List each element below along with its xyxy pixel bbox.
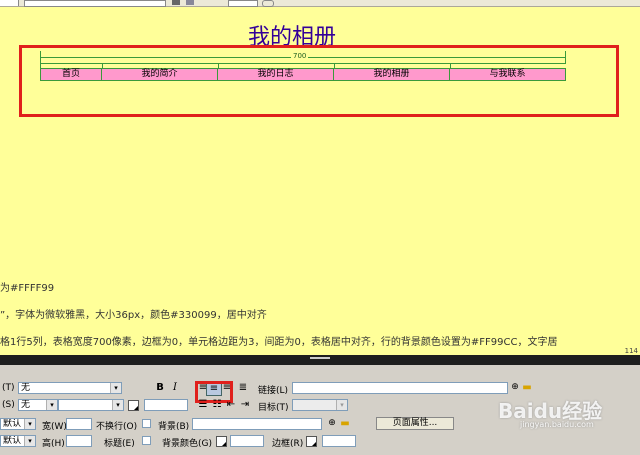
toolbar-icon[interactable] bbox=[186, 0, 194, 5]
design-view[interactable]: 我的相册 700 首页 我的简介 我的日志 我的相册 与我联系 为#FFFF99… bbox=[0, 7, 640, 355]
chevron-down-icon: ▾ bbox=[336, 400, 347, 410]
ordered-list-icon[interactable]: ☷ bbox=[210, 398, 224, 411]
nav-row: 首页 我的简介 我的日志 我的相册 与我联系 bbox=[40, 68, 566, 81]
unordered-list-icon[interactable]: ☰ bbox=[196, 398, 210, 411]
resize-grip-icon[interactable] bbox=[310, 357, 330, 364]
folder-icon[interactable]: ▬ bbox=[520, 381, 534, 394]
chevron-down-icon: ▾ bbox=[24, 419, 35, 429]
nav-cell-blog[interactable]: 我的日志 bbox=[217, 68, 334, 81]
background-input[interactable] bbox=[192, 418, 322, 430]
body-text-line: 为#FFFF99 bbox=[0, 283, 55, 294]
indent-icon[interactable]: ⇥ bbox=[238, 398, 252, 411]
panel-separator[interactable] bbox=[0, 355, 640, 365]
toolbar-fragment bbox=[0, 0, 19, 6]
horizontal-align-value: 默认 bbox=[3, 419, 22, 429]
outdent-icon[interactable]: ⇤ bbox=[224, 398, 238, 411]
title-field-fragment[interactable] bbox=[24, 0, 166, 7]
chevron-down-icon: ▾ bbox=[112, 400, 123, 410]
toolbar-icon[interactable] bbox=[262, 0, 274, 7]
width-label: 宽(W) bbox=[42, 422, 67, 432]
nowrap-checkbox[interactable] bbox=[142, 419, 151, 428]
font-select[interactable]: ▾ bbox=[58, 399, 124, 411]
format-select[interactable]: 无 ▾ bbox=[18, 382, 122, 394]
bgcolor-label: 背景颜色(G) bbox=[162, 439, 212, 449]
toolbar-icon[interactable] bbox=[172, 0, 180, 5]
italic-button[interactable]: I bbox=[168, 381, 182, 394]
window-size-readout: 114 bbox=[624, 347, 638, 355]
link-label: 链接(L) bbox=[258, 386, 289, 396]
nav-cell-profile[interactable]: 我的简介 bbox=[101, 68, 218, 81]
height-input[interactable] bbox=[66, 435, 92, 447]
border-color-swatch[interactable] bbox=[306, 436, 317, 447]
style-label: (S) bbox=[2, 400, 15, 410]
point-to-file-icon[interactable]: ⊕ bbox=[325, 417, 339, 430]
link-input[interactable] bbox=[292, 382, 508, 394]
style-select[interactable]: 无 ▾ bbox=[18, 399, 58, 411]
table-width-label: 700 bbox=[291, 51, 309, 62]
nav-cell-album[interactable]: 我的相册 bbox=[333, 68, 450, 81]
width-input[interactable] bbox=[66, 418, 92, 430]
text-color-input[interactable] bbox=[144, 399, 188, 411]
page-properties-button[interactable]: 页面属性... bbox=[376, 417, 454, 430]
nav-table[interactable]: 首页 我的简介 我的日志 我的相册 与我联系 bbox=[40, 68, 566, 81]
bgcolor-swatch[interactable] bbox=[216, 436, 227, 447]
border-color-label: 边框(R) bbox=[272, 439, 304, 449]
table-width-ruler: 700 bbox=[40, 51, 566, 63]
horizontal-align-select[interactable]: 默认 ▾ bbox=[0, 418, 36, 430]
toolbar-field-fragment[interactable] bbox=[228, 0, 258, 7]
chevron-down-icon: ▾ bbox=[110, 383, 121, 393]
nowrap-label: 不换行(O) bbox=[96, 422, 138, 432]
folder-icon[interactable]: ▬ bbox=[338, 417, 352, 430]
chevron-down-icon: ▾ bbox=[24, 436, 35, 446]
target-label: 目标(T) bbox=[258, 403, 289, 413]
top-toolbar-strip bbox=[0, 0, 640, 7]
background-label: 背景(B) bbox=[158, 422, 190, 432]
vertical-align-select[interactable]: 默认 ▾ bbox=[0, 435, 36, 447]
format-value: 无 bbox=[21, 383, 31, 393]
text-color-swatch[interactable] bbox=[128, 400, 139, 411]
body-text-line: 格1行5列，表格宽度700像素，边框为0，单元格边距为3，间距为0，表格居中对齐… bbox=[0, 337, 558, 348]
justify-icon[interactable]: ≣ bbox=[236, 381, 250, 394]
header-label: 标题(E) bbox=[104, 439, 135, 449]
body-text-line: ”，字体为微软雅黑，大小36px，颜色#330099，居中对齐 bbox=[0, 310, 267, 321]
format-label: (T) bbox=[2, 383, 15, 393]
border-color-input[interactable] bbox=[322, 435, 356, 447]
header-checkbox[interactable] bbox=[142, 436, 151, 445]
chevron-down-icon: ▾ bbox=[46, 400, 57, 410]
nav-cell-contact[interactable]: 与我联系 bbox=[449, 68, 566, 81]
vertical-align-value: 默认 bbox=[3, 436, 22, 446]
nav-cell-home[interactable]: 首页 bbox=[40, 68, 102, 81]
style-value: 无 bbox=[21, 400, 31, 410]
properties-panel: (T) 无 ▾ B I ≡ ≡ ≡ ≣ 链接(L) ⊕ ▬ (S) 无 ▾ ▾ … bbox=[0, 365, 640, 455]
target-select[interactable]: ▾ bbox=[292, 399, 348, 411]
watermark-url: jingyan.baidu.com bbox=[520, 420, 594, 429]
bold-button[interactable]: B bbox=[153, 381, 167, 394]
bgcolor-input[interactable] bbox=[230, 435, 264, 447]
height-label: 高(H) bbox=[42, 439, 65, 449]
